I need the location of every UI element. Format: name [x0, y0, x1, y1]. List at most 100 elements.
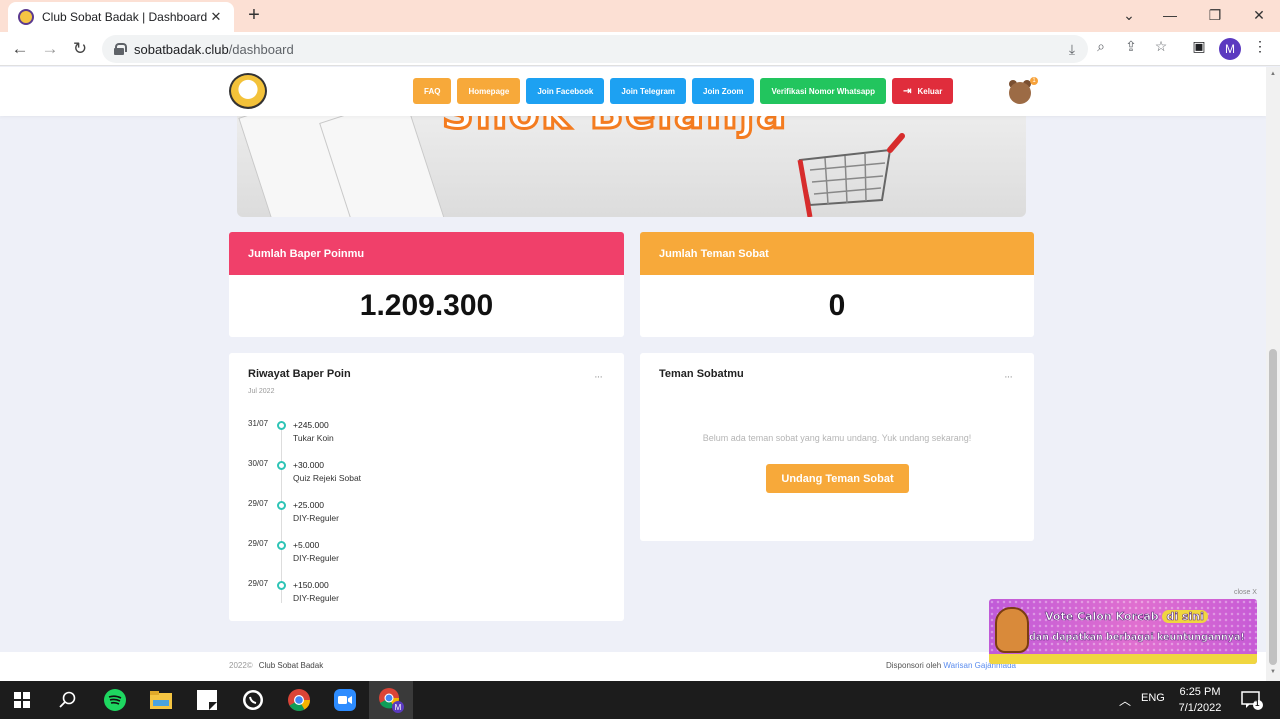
- page-scrollbar[interactable]: ▲ ▼: [1266, 67, 1280, 681]
- browser-toolbar: ← → ↻ sobatbadak.club/dashboard ⤓ ⌕ ⇪ ☆ …: [0, 32, 1280, 66]
- forward-icon[interactable]: →: [38, 37, 62, 61]
- history-amount: +150.000: [293, 580, 329, 590]
- nav-join-zoom-button[interactable]: Join Zoom: [692, 78, 755, 104]
- scroll-up-icon[interactable]: ▲: [1270, 71, 1276, 77]
- close-tab-icon[interactable]: ✕: [208, 9, 224, 25]
- nav-logout-button[interactable]: ⇥ Keluar: [892, 78, 954, 104]
- close-window-button[interactable]: ✕: [1237, 0, 1280, 30]
- lock-icon[interactable]: [114, 43, 127, 55]
- promo-close-button[interactable]: close X: [1234, 589, 1257, 596]
- nav-verify-whatsapp-button[interactable]: Verifikasi Nomor Whatsapp: [760, 78, 887, 104]
- history-timeline: 31/07 +245.000 Tukar Koin 30/07 +30.000 …: [248, 419, 448, 619]
- browser-tab-bar: Club Sobat Badak | Dashboard ✕ + ⌄ — ❐ ✕: [0, 0, 1280, 32]
- address-bar[interactable]: sobatbadak.club/dashboard ⤓: [102, 35, 1088, 63]
- notification-count: 1: [1255, 699, 1260, 708]
- chrome-profile-icon[interactable]: M: [377, 686, 405, 714]
- history-desc: Quiz Rejeki Sobat: [293, 473, 362, 483]
- profile-avatar[interactable]: M: [1219, 38, 1241, 60]
- minimize-button[interactable]: —: [1148, 0, 1192, 30]
- timeline-dot-icon: [277, 461, 286, 470]
- nav-join-facebook-button[interactable]: Join Facebook: [526, 78, 605, 104]
- nav-faq-button[interactable]: FAQ: [413, 78, 452, 104]
- reload-icon[interactable]: ↻: [68, 37, 92, 61]
- main-nav: FAQ Homepage Join Facebook Join Telegram…: [413, 78, 954, 104]
- promo-line1-text: Vote Calon Korcab: [1045, 610, 1159, 624]
- history-item: 29/07 +5.000 DIY-Reguler: [248, 539, 448, 579]
- friends-empty-message: Belum ada teman sobat yang kamu undang. …: [702, 433, 972, 443]
- promo-bottom-bar: [989, 654, 1257, 664]
- timeline-dot-icon: [277, 581, 286, 590]
- new-tab-button[interactable]: +: [244, 4, 264, 26]
- input-language[interactable]: ENG: [1141, 692, 1165, 704]
- points-card: Jumlah Baper Poinmu 1.209.300: [229, 232, 624, 337]
- footer-brand[interactable]: Club Sobat Badak: [259, 661, 324, 670]
- points-history-panel: Riwayat Baper Poin Jul 2022 ··· 31/07 +2…: [229, 353, 624, 621]
- friends-panel-title: Teman Sobatmu: [659, 368, 744, 380]
- scroll-thumb[interactable]: [1269, 349, 1277, 665]
- notification-center-icon[interactable]: 1: [1238, 686, 1266, 714]
- history-desc: DIY-Reguler: [293, 513, 339, 523]
- shopping-cart-graphic: [797, 133, 905, 217]
- history-amount: +25.000: [293, 500, 324, 510]
- clock-date: 7/1/2022: [1178, 702, 1222, 714]
- show-hidden-icons-chevron-icon[interactable]: ︿: [1119, 692, 1131, 709]
- history-amount: +245.000: [293, 420, 329, 430]
- sticky-notes-icon[interactable]: [193, 686, 221, 714]
- user-avatar[interactable]: 1: [1008, 77, 1038, 105]
- timeline-dot-icon: [277, 421, 286, 430]
- clock-time: 6:25 PM: [1179, 686, 1221, 698]
- promo-line2: dan dapatkan berbagai keuntungannya!: [1029, 632, 1245, 644]
- points-card-title: Jumlah Baper Poinmu: [229, 232, 624, 275]
- friends-more-icon[interactable]: ···: [1004, 371, 1013, 383]
- windows-taskbar: M ︿ ENG 6:25 PM 7/1/2022 1: [0, 681, 1280, 719]
- history-title: Riwayat Baper Poin: [248, 368, 351, 380]
- zoom-icon[interactable]: ⌕: [1091, 36, 1111, 56]
- invite-friend-button[interactable]: Undang Teman Sobat: [766, 464, 909, 493]
- browser-tab[interactable]: Club Sobat Badak | Dashboard ✕: [8, 2, 234, 32]
- bookmark-star-icon[interactable]: ☆: [1151, 36, 1171, 56]
- scroll-down-icon[interactable]: ▼: [1270, 669, 1276, 675]
- timeline-dot-icon: [277, 541, 286, 550]
- history-item: 29/07 +150.000 DIY-Reguler: [248, 579, 448, 619]
- logout-icon: ⇥: [903, 85, 912, 97]
- browser-menu-icon[interactable]: ⋮: [1250, 36, 1270, 56]
- footer-year: 2022©: [229, 661, 253, 670]
- site-header: FAQ Homepage Join Facebook Join Telegram…: [0, 67, 1266, 116]
- history-date: 31/07: [248, 419, 269, 428]
- history-item: 29/07 +25.000 DIY-Reguler: [248, 499, 448, 539]
- nav-join-telegram-button[interactable]: Join Telegram: [610, 78, 687, 104]
- friends-count-card: Jumlah Teman Sobat 0: [640, 232, 1034, 337]
- vote-promo-banner[interactable]: Vote Calon Korcab di sini dan dapatkan b…: [989, 599, 1257, 664]
- whatsapp-icon[interactable]: [239, 686, 267, 714]
- history-date: 30/07: [248, 459, 269, 468]
- chrome-icon[interactable]: [285, 686, 313, 714]
- share-icon[interactable]: ⇪: [1121, 36, 1141, 56]
- history-amount: +30.000: [293, 460, 324, 470]
- nav-homepage-button[interactable]: Homepage: [457, 78, 521, 104]
- tab-search-icon[interactable]: ⌄: [1107, 0, 1151, 30]
- history-item: 30/07 +30.000 Quiz Rejeki Sobat: [248, 459, 448, 499]
- history-desc: Tukar Koin: [293, 433, 334, 443]
- sponsor-prefix: Disponsori oleh: [886, 661, 942, 670]
- zoom-app-icon[interactable]: [331, 686, 359, 714]
- install-app-icon[interactable]: ⤓: [1062, 39, 1082, 59]
- promo-banner-image[interactable]: Shok Belanja: [237, 116, 1026, 217]
- club-logo[interactable]: [229, 73, 267, 109]
- taskbar-clock[interactable]: 6:25 PM 7/1/2022: [1170, 684, 1230, 716]
- url-path: /dashboard: [228, 41, 294, 57]
- footer-copyright: 2022© Club Sobat Badak: [229, 661, 323, 670]
- spotify-icon[interactable]: [101, 686, 129, 714]
- friends-list-panel: Teman Sobatmu ··· Belum ada teman sobat …: [640, 353, 1034, 541]
- restore-button[interactable]: ❐: [1193, 0, 1237, 30]
- notification-badge: 1: [1030, 77, 1038, 85]
- timeline-dot-icon: [277, 501, 286, 510]
- history-date: 29/07: [248, 499, 269, 508]
- windows-start-icon[interactable]: [8, 686, 36, 714]
- history-period: Jul 2022: [248, 388, 275, 395]
- back-icon[interactable]: ←: [8, 37, 32, 61]
- history-more-icon[interactable]: ···: [594, 371, 603, 383]
- side-panel-icon[interactable]: ▣: [1189, 36, 1209, 56]
- search-icon[interactable]: [54, 686, 82, 714]
- history-item: 31/07 +245.000 Tukar Koin: [248, 419, 448, 459]
- file-explorer-icon[interactable]: [147, 686, 175, 714]
